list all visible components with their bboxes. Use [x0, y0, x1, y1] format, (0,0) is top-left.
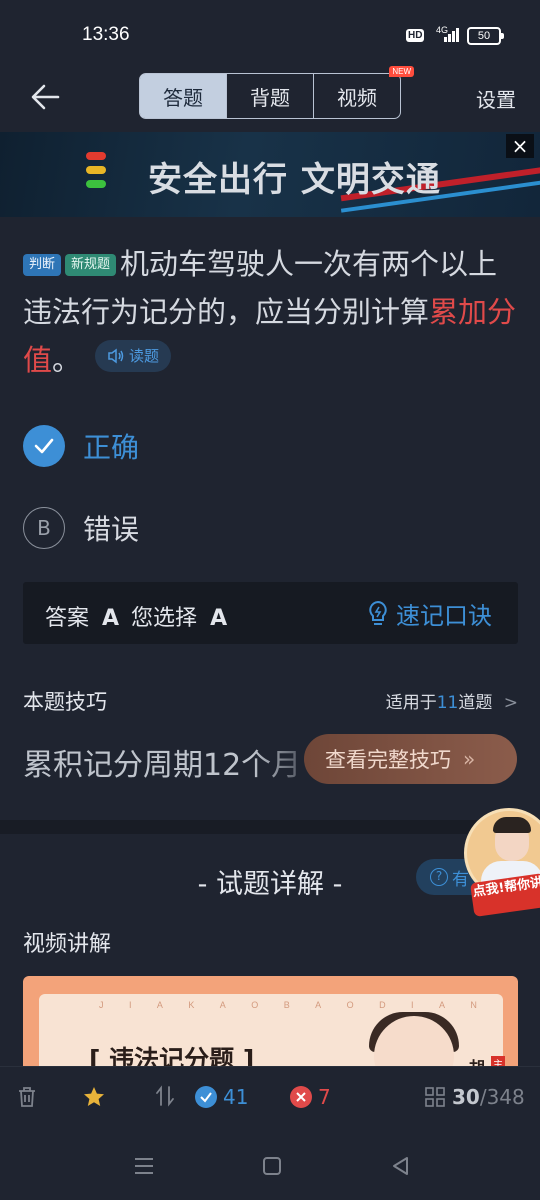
status-bar: 13:36 HD 4G 50: [0, 0, 540, 64]
applies-link[interactable]: 适用于11道题 >: [386, 688, 518, 713]
traffic-light-icon: [86, 152, 106, 198]
video-letter: K: [188, 1000, 197, 1010]
video-letter: A: [438, 1000, 447, 1010]
answer-label: 答案: [45, 606, 90, 631]
home-icon[interactable]: [262, 1156, 282, 1180]
applies-prefix: 适用于: [385, 693, 437, 713]
clock: 13:36: [82, 24, 130, 45]
question-circle-icon: ?: [430, 868, 448, 886]
video-letter: O: [346, 1000, 356, 1010]
video-letter: A: [219, 1000, 228, 1010]
tag-new-rule: 新规题: [65, 254, 117, 276]
new-badge: NEW: [389, 66, 414, 77]
battery-icon: 50: [467, 27, 504, 45]
tab-answer[interactable]: 答题: [140, 74, 227, 118]
answer-value: A: [102, 606, 120, 631]
question-end: 。: [52, 343, 82, 377]
applies-suffix: 道题: [458, 693, 493, 713]
tag-judge: 判断: [23, 254, 62, 276]
top-nav: 答题 背题 视频 NEW 设置: [0, 64, 540, 132]
menu-icon[interactable]: [133, 1156, 155, 1180]
correct-count-value: 41: [223, 1085, 249, 1109]
double-chevron-icon: »: [463, 747, 476, 771]
tip-text: 累积记分周期12个月: [23, 740, 323, 784]
banner-close-icon[interactable]: ×: [506, 134, 534, 158]
video-letter: A: [315, 1000, 324, 1010]
view-full-tip-button[interactable]: 查看完整技巧 »: [304, 734, 517, 784]
answer-summary: 答案 A 您选择 A: [45, 600, 227, 632]
video-letter: I: [128, 1000, 134, 1010]
video-letter: B: [283, 1000, 292, 1010]
video-letter: A: [156, 1000, 165, 1010]
option-b-text: 错误: [83, 513, 140, 546]
lightbulb-icon: [369, 600, 387, 625]
chevron-right-icon: >: [503, 693, 518, 713]
memo-label: 速记口诀: [396, 602, 492, 630]
option-a[interactable]: 正确: [23, 424, 139, 468]
question-text: 判断 新规题 机动车驾驶人一次有两个以上违法行为记分的，应当分别计算累加分值。 读题: [23, 240, 523, 384]
read-question-label: 读题: [129, 347, 160, 365]
correct-count[interactable]: 41: [195, 1085, 248, 1109]
video-thumbnail[interactable]: J I A K A O B A O D I A N [ 违法记分题 ] 胡 主: [23, 976, 518, 1072]
back-triangle-icon[interactable]: [391, 1156, 411, 1180]
choice-label: 您选择: [131, 606, 198, 631]
correct-icon: [195, 1086, 217, 1108]
switch-icon[interactable]: [154, 1085, 176, 1107]
wrong-count-value: 7: [318, 1085, 331, 1109]
tab-video-label: 视频: [337, 85, 377, 110]
bottom-toolbar: 41 7 30/348: [0, 1066, 540, 1136]
hd-icon: HD: [406, 29, 425, 42]
signal-icon: [444, 28, 462, 42]
video-card: J I A K A O B A O D I A N [ 违法记分题 ] 胡 主: [39, 994, 505, 1072]
answer-panel: 答案 A 您选择 A 速记口诀: [23, 582, 518, 644]
video-letters: J I A K A O B A O D I A N: [99, 1000, 479, 1010]
back-arrow-icon[interactable]: [28, 80, 64, 114]
video-letter: I: [411, 1000, 416, 1010]
tab-video[interactable]: 视频 NEW: [314, 66, 414, 118]
check-icon: [23, 425, 65, 467]
grid-icon: [425, 1087, 445, 1107]
tips-title: 本题技巧: [23, 690, 107, 714]
option-b-mark: B: [23, 507, 65, 549]
video-letter: O: [251, 1000, 261, 1010]
wrong-icon: [290, 1086, 312, 1108]
ad-banner[interactable]: 安全出行 文明交通 ×: [0, 132, 540, 217]
tab-memorize[interactable]: 背题: [227, 74, 314, 118]
applies-count: 11: [436, 693, 459, 713]
trash-icon[interactable]: [16, 1085, 38, 1109]
progress-total: /348: [479, 1085, 525, 1109]
banner-text: 安全出行 文明交通: [148, 160, 441, 200]
progress-current: 30: [452, 1085, 480, 1109]
video-section-title: 视频讲解: [23, 932, 112, 957]
read-question-button[interactable]: 读题: [95, 340, 172, 372]
mode-tabs: 答题 背题 视频 NEW: [139, 66, 414, 119]
progress-indicator[interactable]: 30/348: [424, 1085, 525, 1109]
video-letter: N: [470, 1000, 479, 1010]
section-divider: [0, 820, 540, 834]
settings-button[interactable]: 设置: [476, 84, 516, 113]
tab-answer-label: 答题: [163, 85, 203, 110]
video-letter: J: [99, 1000, 106, 1010]
choice-value: A: [210, 606, 228, 631]
tab-memorize-label: 背题: [250, 85, 290, 110]
view-full-tip-label: 查看完整技巧: [325, 748, 451, 772]
memo-button[interactable]: 速记口诀: [366, 596, 492, 631]
option-b[interactable]: B 错误: [23, 506, 139, 550]
avatar-hair: [493, 817, 531, 833]
speaker-icon: [108, 348, 124, 364]
wrong-count[interactable]: 7: [290, 1085, 331, 1109]
star-icon[interactable]: [82, 1085, 106, 1109]
option-a-text: 正确: [83, 431, 140, 464]
system-nav-bar: [0, 1136, 540, 1200]
video-letter: D: [379, 1000, 388, 1010]
tutor-avatar[interactable]: 点我!帮你讲: [464, 808, 540, 917]
